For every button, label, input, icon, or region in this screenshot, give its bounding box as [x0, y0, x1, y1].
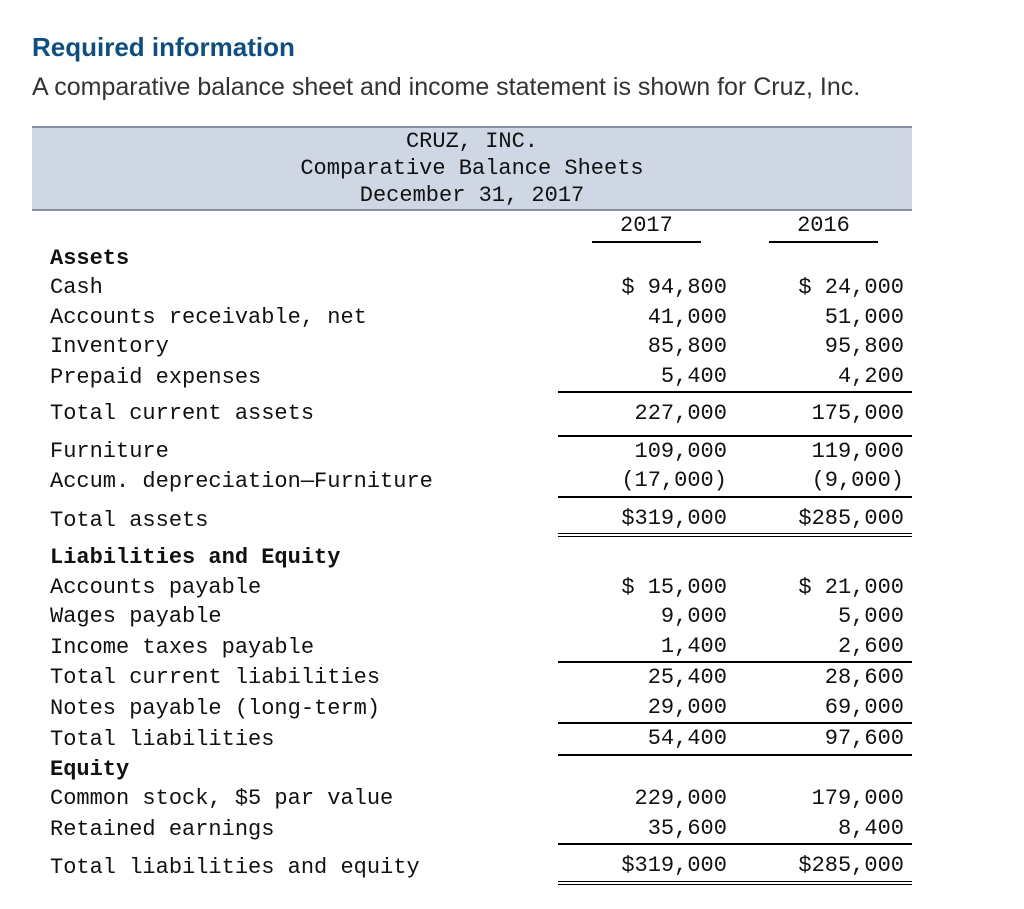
table-row: Total current liabilities 25,400 28,600 [32, 662, 912, 693]
liabilities-header: Liabilities and Equity [32, 543, 558, 573]
banner-date: December 31, 2017 [32, 182, 912, 210]
col-year-2: 2016 [769, 212, 878, 243]
table-row: Accum. depreciation—Furniture (17,000) (… [32, 466, 912, 497]
table-row: Retained earnings 35,600 8,400 [32, 814, 912, 845]
equity-header: Equity [32, 755, 558, 785]
banner-company: CRUZ, INC. [32, 127, 912, 155]
table-row: Inventory 85,800 95,800 [32, 332, 912, 362]
balance-sheet-table: CRUZ, INC. Comparative Balance Sheets De… [32, 126, 912, 885]
table-row: Cash $ 94,800 $ 24,000 [32, 273, 912, 303]
assets-header: Assets [32, 244, 558, 274]
table-row: Prepaid expenses 5,400 4,200 [32, 362, 912, 393]
table-row: Notes payable (long-term) 29,000 69,000 [32, 693, 912, 724]
table-row: Total assets $319,000 $285,000 [32, 504, 912, 536]
banner-title: Comparative Balance Sheets [32, 155, 912, 182]
table-row: Income taxes payable 1,400 2,600 [32, 632, 912, 663]
col-year-1: 2017 [592, 212, 701, 243]
table-row: Accounts receivable, net 41,000 51,000 [32, 303, 912, 333]
table-row: Total current assets 227,000 175,000 [32, 399, 912, 429]
table-row: Common stock, $5 par value 229,000 179,0… [32, 784, 912, 814]
section-lede: A comparative balance sheet and income s… [32, 73, 992, 102]
table-row: Wages payable 9,000 5,000 [32, 602, 912, 632]
table-row: Accounts payable $ 15,000 $ 21,000 [32, 573, 912, 603]
table-row: Furniture 109,000 119,000 [32, 436, 912, 467]
table-row: Total liabilities 54,400 97,600 [32, 723, 912, 755]
section-heading: Required information [32, 32, 992, 63]
table-row: Total liabilities and equity $319,000 $2… [32, 851, 912, 883]
